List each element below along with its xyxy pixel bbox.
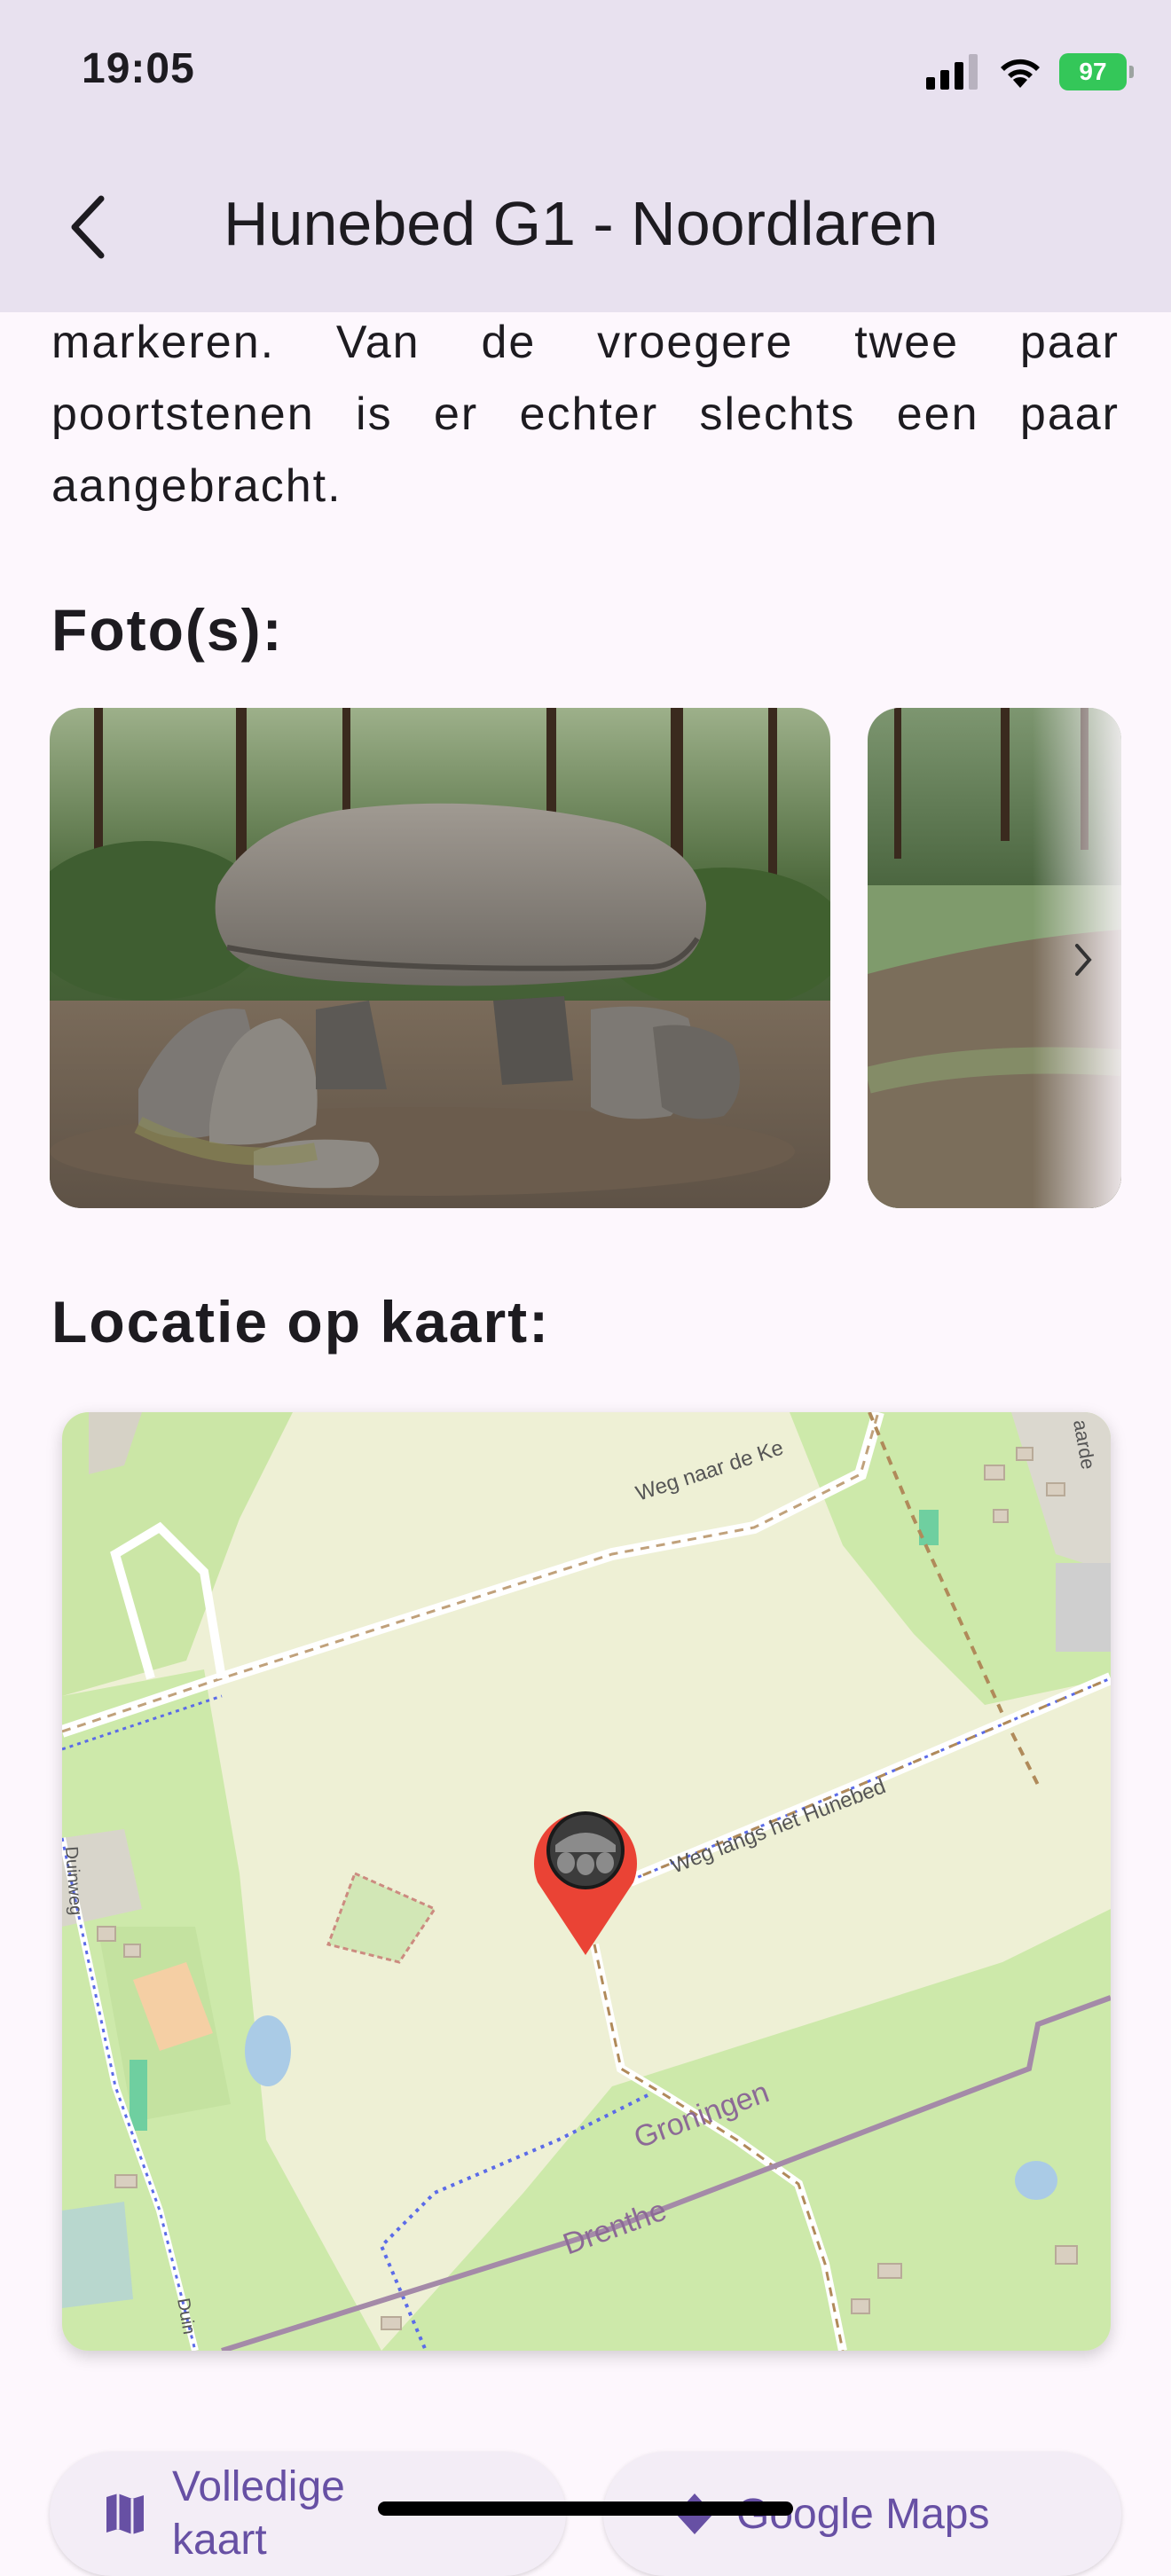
description-line: poortstenen is er echter slechts een paa… [51, 389, 1120, 440]
home-indicator[interactable] [378, 2501, 793, 2516]
description-line: aangebracht. [51, 460, 342, 512]
next-photo-chevron-icon[interactable] [1073, 942, 1093, 978]
map-heading: Locatie op kaart: [51, 1289, 551, 1355]
battery-icon: 97 [1059, 53, 1134, 90]
cellular-signal-icon [926, 54, 978, 90]
app-bar: 19:05 97 Hunebed G1 - Noordlaren [0, 0, 1171, 312]
description-line: markeren. Van de vroegere twee paar [51, 317, 1120, 368]
page-title: Hunebed G1 - Noordlaren [224, 189, 939, 258]
map-label-road-left: Duinweg [62, 1846, 85, 1916]
wifi-icon [1001, 59, 1040, 88]
location-map[interactable]: Weg naar de Ke aarde Weg langs het Huneb… [62, 1412, 1111, 2351]
back-button[interactable] [51, 183, 122, 271]
photos-heading: Foto(s): [51, 597, 284, 663]
description-text: markeren. Van de vroegere twee paar poor… [51, 307, 1120, 522]
map-icon [106, 2494, 144, 2534]
full-map-label: Volledige kaart [172, 2463, 345, 2564]
photo-hunebed-2[interactable] [868, 708, 1121, 1208]
status-time: 19:05 [82, 45, 195, 92]
status-icons: 97 [926, 50, 1134, 94]
battery-level: 97 [1079, 58, 1107, 85]
back-arrow-icon [71, 195, 105, 259]
photo-hunebed-1[interactable] [50, 708, 830, 1208]
